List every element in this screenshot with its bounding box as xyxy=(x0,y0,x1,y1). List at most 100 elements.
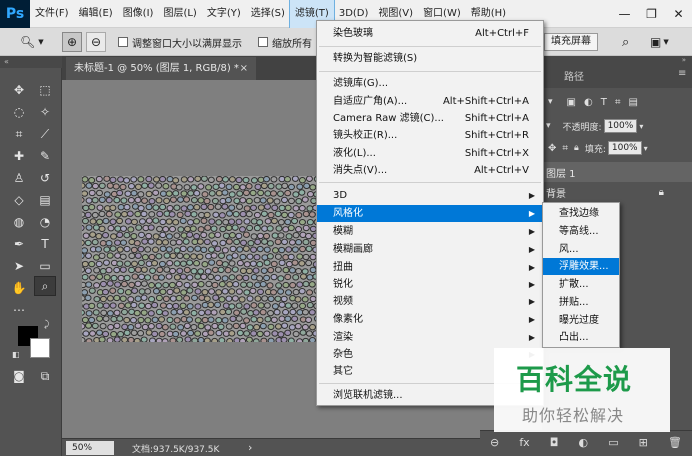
adjustment-layer-icon[interactable]: ◐ xyxy=(579,436,589,449)
dodge-tool-icon[interactable]: ◔ xyxy=(34,212,56,232)
zoom-all-checkbox[interactable]: 缩放所有 xyxy=(258,32,312,52)
hand-tool-icon[interactable]: ✋ xyxy=(8,278,30,298)
zoom-level-field[interactable]: 50% xyxy=(66,441,114,455)
menu-item-convert-smart-filter[interactable]: 转换为智能滤镜(S) xyxy=(317,50,543,67)
magic-wand-tool-icon[interactable]: ✧ xyxy=(34,102,56,122)
menu-item-lens-correction[interactable]: 镜头校正(R)... Shift+Ctrl+R xyxy=(317,127,543,144)
zoom-tool-icon[interactable]: ⌕ xyxy=(34,276,56,296)
tab-paths[interactable]: 路径 xyxy=(564,68,584,83)
fx-icon[interactable]: fx xyxy=(519,436,529,449)
menu-item-video[interactable]: 视频 ▶ xyxy=(317,293,543,310)
panel-menu-icon[interactable]: ≡ xyxy=(678,68,686,79)
menu-file[interactable]: 文件(F) xyxy=(30,0,74,28)
menu-item-distort[interactable]: 扭曲 ▶ xyxy=(317,259,543,276)
menu-item-camera-raw[interactable]: Camera Raw 滤镜(C)... Shift+Ctrl+A xyxy=(317,110,543,127)
menu-image[interactable]: 图像(I) xyxy=(118,0,159,28)
menu-edit[interactable]: 编辑(E) xyxy=(74,0,118,28)
eyedropper-tool-icon[interactable]: ⟋ xyxy=(34,124,56,144)
lock-position-icon[interactable]: ✥ xyxy=(548,143,556,154)
zoom-tool-preset[interactable]: 🔍︎ ▼ xyxy=(20,32,44,52)
add-mask-icon[interactable]: ◘ xyxy=(550,436,559,449)
status-menu-arrow[interactable]: › xyxy=(248,441,252,454)
checkbox-box[interactable] xyxy=(258,37,268,47)
minimize-button[interactable]: — xyxy=(611,0,638,28)
type-tool-icon[interactable]: T xyxy=(34,234,56,254)
menu-item-adaptive-wide-angle[interactable]: 自适应广角(A)... Alt+Shift+Ctrl+A xyxy=(317,93,543,110)
rectangle-tool-icon[interactable]: ▭ xyxy=(34,256,56,276)
workspace-switcher[interactable]: ▣ ▼ xyxy=(650,32,669,52)
chevron-down-icon[interactable]: ▾ xyxy=(546,121,551,131)
layer-row-background[interactable]: 背景 🔒︎ xyxy=(542,182,692,202)
swap-colors-icon[interactable]: ⤸ xyxy=(44,320,49,330)
submenu-item-tiles[interactable]: 拼贴... xyxy=(543,294,619,311)
menu-item-stylize[interactable]: 风格化 ▶ xyxy=(317,205,543,222)
filter-image-icon[interactable]: ▣ xyxy=(567,97,576,108)
submenu-item-emboss[interactable]: 浮雕效果... xyxy=(543,258,619,275)
menu-item-blur[interactable]: 模糊 ▶ xyxy=(317,223,543,240)
menu-item-3d[interactable]: 3D ▶ xyxy=(317,187,543,204)
quick-mask-icon[interactable]: ◙ xyxy=(8,366,30,386)
brush-tool-icon[interactable]: ✎ xyxy=(34,146,56,166)
opacity-field[interactable]: 100% xyxy=(603,119,638,133)
menu-layer[interactable]: 图层(L) xyxy=(158,0,201,28)
submenu-item-trace-contour[interactable]: 等高线... xyxy=(543,223,619,240)
filter-type-icon[interactable]: T xyxy=(601,97,607,108)
lock-artboard-icon[interactable]: ⌗ xyxy=(562,143,568,154)
healing-brush-tool-icon[interactable]: ✚ xyxy=(8,146,30,166)
crop-tool-icon[interactable]: ⌗ xyxy=(8,124,30,144)
submenu-item-extrude[interactable]: 凸出... xyxy=(543,329,619,346)
filter-shape-icon[interactable]: ⌗ xyxy=(615,97,621,108)
submenu-item-find-edges[interactable]: 查找边缘 xyxy=(543,205,619,222)
menu-item-sharpen[interactable]: 锐化 ▶ xyxy=(317,276,543,293)
fill-screen-button[interactable]: 填充屏幕 xyxy=(544,33,598,51)
menu-type[interactable]: 文字(Y) xyxy=(202,0,246,28)
more-tools-icon[interactable]: ⋯ xyxy=(8,300,30,320)
lock-all-icon[interactable]: 🔒︎ xyxy=(574,143,579,153)
menu-select[interactable]: 选择(S) xyxy=(246,0,290,28)
submenu-item-wind[interactable]: 风... xyxy=(543,241,619,258)
panels-collapse-bar[interactable]: » xyxy=(542,56,692,64)
layer-row-layer-1[interactable]: 图层 1 xyxy=(542,162,692,182)
filter-smart-object-icon[interactable]: ▤ xyxy=(628,97,637,108)
menu-item-blur-gallery[interactable]: 模糊画廊 ▶ xyxy=(317,241,543,258)
filter-adjustment-icon[interactable]: ◐ xyxy=(584,97,593,108)
fill-field[interactable]: 100% xyxy=(607,141,642,155)
menu-item-pixelate[interactable]: 像素化 ▶ xyxy=(317,311,543,328)
tools-panel-header[interactable]: « xyxy=(0,56,62,68)
search-icon[interactable]: ⌕ xyxy=(622,32,629,52)
menu-item-filter-gallery[interactable]: 滤镜库(G)... xyxy=(317,75,543,92)
chevron-down-icon[interactable]: ▾ xyxy=(644,144,648,153)
link-layers-icon[interactable]: ⊖ xyxy=(490,436,499,449)
screen-mode-icon[interactable]: ⧉ xyxy=(34,366,56,386)
close-tab-icon[interactable]: × xyxy=(240,57,248,80)
delete-layer-icon[interactable]: 🗑︎ xyxy=(668,436,682,449)
lasso-tool-icon[interactable]: ◌ xyxy=(8,102,30,122)
history-brush-tool-icon[interactable]: ↺ xyxy=(34,168,56,188)
eraser-tool-icon[interactable]: ◇ xyxy=(8,190,30,210)
chevron-down-icon[interactable]: ▾ xyxy=(639,122,643,131)
clone-stamp-tool-icon[interactable]: ♙ xyxy=(8,168,30,188)
document-tab[interactable]: 未标题-1 @ 50% (图层 1, RGB/8) * × xyxy=(66,57,256,80)
path-selection-tool-icon[interactable]: ➤ xyxy=(8,256,30,276)
resize-window-checkbox[interactable]: 调整窗口大小以满屏显示 xyxy=(118,32,242,52)
submenu-item-diffuse[interactable]: 扩散... xyxy=(543,276,619,293)
pen-tool-icon[interactable]: ✒ xyxy=(8,234,30,254)
gradient-tool-icon[interactable]: ▤ xyxy=(34,190,56,210)
checkbox-box[interactable] xyxy=(118,37,128,47)
marquee-tool-icon[interactable]: ⬚ xyxy=(34,80,56,100)
group-icon[interactable]: ▭ xyxy=(608,436,618,449)
menu-item-last-filter[interactable]: 染色玻璃 Alt+Ctrl+F xyxy=(317,25,543,42)
default-colors-icon[interactable]: ◧ xyxy=(12,350,20,359)
submenu-item-solarize[interactable]: 曝光过度 xyxy=(543,312,619,329)
zoom-out-button[interactable]: ⊖ xyxy=(86,32,106,52)
stained-glass-artwork[interactable] xyxy=(74,175,360,345)
restore-button[interactable]: ❐ xyxy=(638,0,665,28)
move-tool-icon[interactable]: ✥ xyxy=(8,80,30,100)
menu-item-liquify[interactable]: 液化(L)... Shift+Ctrl+X xyxy=(317,145,543,162)
new-layer-icon[interactable]: ⊞ xyxy=(639,436,648,449)
zoom-in-button[interactable]: ⊕ xyxy=(62,32,82,52)
close-button[interactable]: ✕ xyxy=(665,0,692,28)
blur-tool-icon[interactable]: ◍ xyxy=(8,212,30,232)
chevron-down-icon[interactable]: ▾ xyxy=(548,97,553,107)
menu-item-vanishing-point[interactable]: 消失点(V)... Alt+Ctrl+V xyxy=(317,162,543,179)
